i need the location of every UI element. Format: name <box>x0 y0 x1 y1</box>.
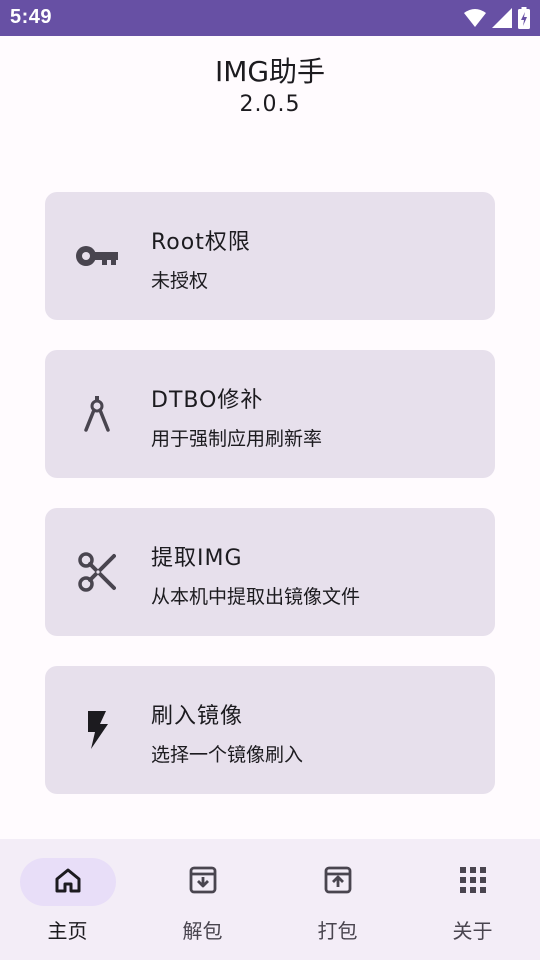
card-title: 提取IMG <box>151 546 243 571</box>
home-icon <box>54 867 82 897</box>
extract-img-card[interactable]: 提取IMG 从本机中提取出镜像文件 <box>45 508 495 636</box>
flash-image-card[interactable]: 刷入镜像 选择一个镜像刷入 <box>45 666 495 794</box>
nav-active-indicator <box>19 858 116 906</box>
apps-grid-icon <box>459 867 486 897</box>
card-subtitle: 用于强制应用刷新率 <box>151 428 323 450</box>
nav-icon-container <box>155 858 251 906</box>
compass-tool-icon <box>75 394 119 434</box>
card-title: Root权限 <box>151 230 251 255</box>
nav-label: 打包 <box>317 919 358 943</box>
nav-label: 关于 <box>452 919 493 943</box>
nav-item-about[interactable]: 关于 <box>405 839 540 960</box>
nav-item-pack[interactable]: 打包 <box>270 839 405 960</box>
card-subtitle: 未授权 <box>151 270 209 292</box>
battery-charging-icon <box>518 7 530 29</box>
root-permission-card[interactable]: Root权限 未授权 <box>45 192 495 320</box>
status-icons <box>464 7 530 29</box>
nav-label: 解包 <box>182 919 223 943</box>
nav-icon-container <box>290 858 386 906</box>
archive-download-icon <box>189 866 217 898</box>
app-version: 2.0.5 <box>239 92 301 117</box>
nav-item-home[interactable]: 主页 <box>0 839 135 960</box>
archive-upload-icon <box>324 866 352 898</box>
nav-item-unpack[interactable]: 解包 <box>135 839 270 960</box>
wifi-icon <box>464 9 486 27</box>
bottom-navigation: 主页 解包 打包 关于 <box>0 839 540 960</box>
dtbo-patch-card[interactable]: DTBO修补 用于强制应用刷新率 <box>45 350 495 478</box>
scissors-icon <box>75 552 119 592</box>
status-time: 5:49 <box>10 6 53 28</box>
card-title: 刷入镜像 <box>151 704 244 729</box>
card-subtitle: 从本机中提取出镜像文件 <box>151 586 361 608</box>
key-icon <box>75 236 119 276</box>
flash-icon <box>75 710 119 750</box>
app-title: IMG助手 <box>214 55 326 88</box>
status-bar: 5:49 <box>0 0 540 36</box>
card-subtitle: 选择一个镜像刷入 <box>151 744 304 766</box>
card-title: DTBO修补 <box>151 388 264 413</box>
signal-icon <box>492 8 512 28</box>
nav-icon-container <box>425 858 521 906</box>
nav-label: 主页 <box>47 919 88 943</box>
